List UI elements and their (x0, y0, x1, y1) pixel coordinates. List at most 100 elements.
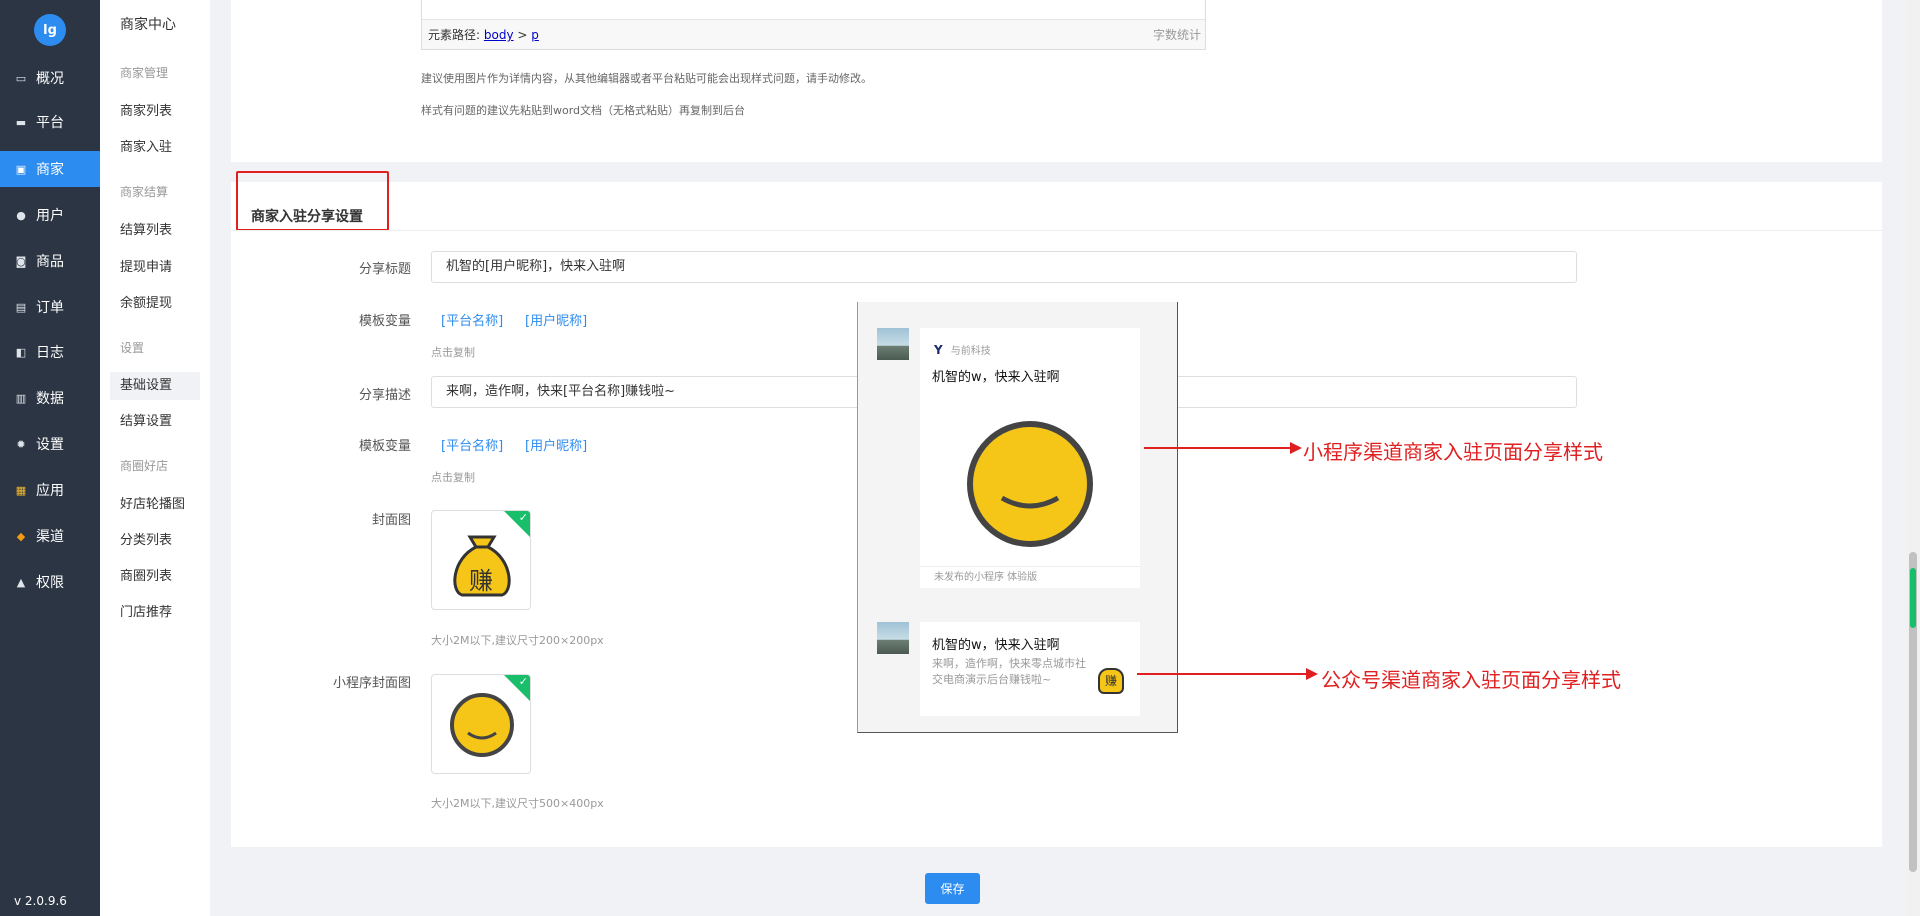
divider (231, 230, 1882, 231)
editor-status-bar: 元素路径: body > p 字数统计 (422, 19, 1205, 49)
sub-menu-item-withdraw-apply[interactable]: 提现申请 (110, 254, 200, 282)
avatar (877, 622, 909, 654)
annotation-official-account: 公众号渠道商家入驻页面分享样式 (1321, 668, 1621, 692)
nav-item-settings[interactable]: ✹ 设置 (0, 426, 100, 462)
sub-menu-group-head: 设置 (120, 341, 145, 355)
mini-share-footer: 未发布的小程序 体验版 (920, 566, 1140, 588)
template-var-label: 模板变量 (358, 439, 411, 454)
var-user-nickname[interactable]: [用户昵称] (525, 435, 587, 454)
var-user-nickname[interactable]: [用户昵称] (525, 310, 587, 329)
nav-item-label: 权限 (36, 575, 64, 591)
lock-icon: ▲ (16, 575, 26, 589)
money-bag-icon: 赚 (1098, 668, 1124, 694)
nav-item-label: 用户 (36, 208, 64, 224)
var-platform-name[interactable]: [平台名称] (441, 435, 503, 454)
sub-menu-item-merchant-list[interactable]: 商家列表 (110, 98, 200, 126)
mini-program-share-card: Y 与前科技 机智的w，快来入驻啊 未发布的小程序 体验版 (920, 328, 1140, 588)
monitor-icon: ▬ (15, 115, 27, 129)
cover-label: 封面图 (371, 513, 411, 528)
smiley-icon (967, 421, 1093, 547)
check-icon: ✓ (518, 511, 528, 524)
nav-item-platform[interactable]: ▬ 平台 (0, 104, 100, 140)
path-link-p[interactable]: p (531, 28, 539, 42)
sub-menu: 商家中心 商家管理 商家列表 商家入驻 商家结算 结算列表 提现申请 余额提现 … (100, 0, 210, 916)
official-account-share-card: 机智的w，快来入驻啊 来啊，造作啊，快来零点城市社交电商演示后台赚钱啦~ 赚 (920, 622, 1140, 716)
nav-item-label: 平台 (36, 115, 64, 131)
nav-item-apps[interactable]: ▦ 应用 (0, 472, 100, 508)
nav-item-channel[interactable]: ◆ 渠道 (0, 518, 100, 554)
template-var-label: 模板变量 (358, 314, 411, 329)
check-icon: ✓ (518, 675, 528, 688)
brand-logo-icon: Y (934, 343, 943, 357)
sub-menu-item-store-recommend[interactable]: 门店推荐 (110, 599, 200, 627)
page-scrollbar[interactable] (1906, 0, 1920, 916)
nav-item-overview[interactable]: ▭ 概况 (0, 60, 100, 96)
nav-item-merchant[interactable]: ▣ 商家 (0, 151, 100, 187)
word-count: 字数统计 (1152, 28, 1201, 42)
nav-item-label: 订单 (36, 300, 64, 316)
nav-item-label: 日志 (36, 345, 64, 361)
gear-icon: ✹ (16, 437, 26, 451)
mini-cover-label: 小程序封面图 (332, 676, 411, 691)
sub-menu-item-balance-withdraw[interactable]: 余额提现 (110, 290, 200, 318)
path-link-body[interactable]: body (484, 28, 514, 42)
order-icon: ▤ (15, 300, 27, 314)
nav-item-permission[interactable]: ▲ 权限 (0, 564, 100, 600)
version-label: v 2.0.9.6 (14, 894, 67, 908)
share-desc-label: 分享描述 (358, 388, 411, 403)
cover-size-hint: 大小2M以下,建议尺寸200×200px (431, 634, 604, 647)
nav-item-label: 渠道 (36, 529, 64, 545)
click-copy-hint: 点击复制 (431, 471, 475, 484)
nav-item-log[interactable]: ◧ 日志 (0, 334, 100, 370)
sub-menu-group-head: 商家管理 (120, 66, 169, 80)
nav-item-user[interactable]: ● 用户 (0, 197, 100, 233)
rich-text-editor[interactable]: 元素路径: body > p 字数统计 (421, 0, 1206, 50)
mp-share-title: 机智的w，快来入驻啊 (932, 638, 1060, 653)
overview-icon: ▭ (15, 71, 27, 85)
cover-upload[interactable]: 赚 ✓ (431, 510, 531, 610)
share-preview-panel: Y 与前科技 机智的w，快来入驻啊 未发布的小程序 体验版 机智的w，快来入驻啊 … (857, 302, 1178, 733)
brand-label: Y 与前科技 (934, 343, 991, 357)
avatar (877, 328, 909, 360)
nav-item-data[interactable]: ▥ 数据 (0, 380, 100, 416)
annotation-arrow (1137, 668, 1318, 680)
scroll-indicator (1910, 568, 1916, 628)
nav-item-label: 商品 (36, 254, 64, 270)
store-icon: ▣ (15, 162, 27, 176)
nav-item-label: 设置 (36, 437, 64, 453)
sub-menu-item-settlement-settings[interactable]: 结算设置 (110, 408, 200, 436)
editor-tip: 样式有问题的建议先粘贴到word文档（无格式粘贴）再复制到后台 (421, 104, 746, 117)
mini-share-title: 机智的w，快来入驻啊 (932, 370, 1060, 385)
nav-item-order[interactable]: ▤ 订单 (0, 289, 100, 325)
user-icon: ● (16, 208, 26, 222)
annotation-mini-program: 小程序渠道商家入驻页面分享样式 (1303, 440, 1603, 464)
sub-menu-item-shop-carousel[interactable]: 好店轮播图 (110, 491, 200, 519)
mini-cover-upload[interactable]: ✓ (431, 674, 531, 774)
sub-menu-item-settlement-list[interactable]: 结算列表 (110, 217, 200, 245)
annotation-arrow (1144, 442, 1302, 454)
mp-share-desc: 来啊，造作啊，快来零点城市社交电商演示后台赚钱啦~ (932, 657, 1086, 686)
sub-menu-group-head: 商圈好店 (120, 459, 169, 473)
app-logo[interactable]: lg (34, 14, 66, 46)
sub-menu-item-category-list[interactable]: 分类列表 (110, 527, 200, 555)
cover-char: 赚 (469, 567, 493, 595)
share-title-label: 分享标题 (358, 262, 411, 277)
nav-item-product[interactable]: ◙ 商品 (0, 243, 100, 279)
sub-menu-item-basic-settings[interactable]: 基础设置 (110, 372, 200, 400)
product-icon: ◙ (15, 254, 27, 268)
main-nav: lg ▭ 概况 ▬ 平台 ▣ 商家 ● 用户 ◙ 商品 ▤ 订单 ◧ 日志 ▥ … (0, 0, 100, 916)
channel-icon: ◆ (16, 529, 26, 543)
share-title-input[interactable]: 机智的[用户昵称]，快来入驻啊 (431, 251, 1577, 283)
apps-icon: ▦ (15, 483, 27, 497)
nav-item-label: 概况 (36, 71, 64, 87)
chart-icon: ▥ (15, 391, 27, 405)
sub-menu-group-head: 商家结算 (120, 185, 169, 199)
editor-tip: 建议使用图片作为详情内容，从其他编辑器或者平台粘贴可能会出现样式问题，请手动修改… (421, 72, 872, 85)
sub-menu-title: 商家中心 (120, 17, 176, 33)
sub-menu-item-merchant-join[interactable]: 商家入驻 (110, 134, 200, 162)
log-icon: ◧ (15, 345, 27, 359)
var-platform-name[interactable]: [平台名称] (441, 310, 503, 329)
save-button[interactable]: 保存 (925, 873, 980, 904)
sub-menu-item-business-circle-list[interactable]: 商圈列表 (110, 563, 200, 591)
click-copy-hint: 点击复制 (431, 346, 475, 359)
